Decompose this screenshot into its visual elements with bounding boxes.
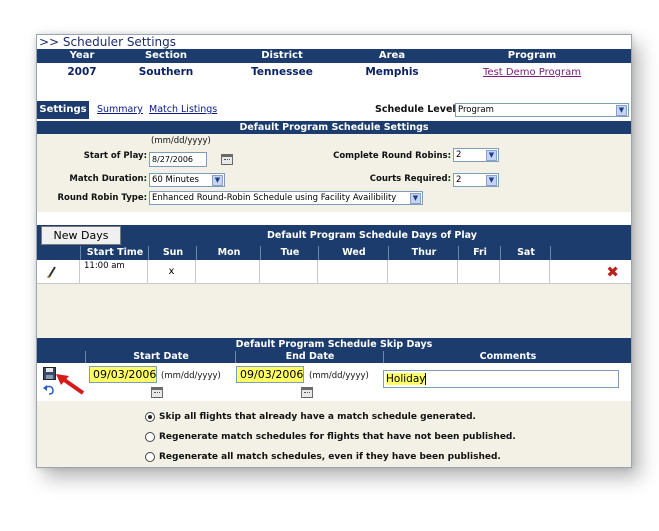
- sat-cell: [500, 260, 550, 284]
- value-area: Memphis: [365, 66, 419, 78]
- tab-match-listings[interactable]: Match Listings: [149, 101, 217, 119]
- chevron-down-icon: ▼: [486, 150, 497, 161]
- col-area: Area: [378, 50, 406, 61]
- calendar-icon[interactable]: [221, 154, 233, 165]
- scheduler-window: >> Scheduler Settings Year Section Distr…: [36, 34, 632, 468]
- skip-comment-input[interactable]: Holiday​: [383, 370, 619, 388]
- col-district: District: [261, 50, 303, 61]
- skip-start-date-input[interactable]: 09/03/2006: [89, 366, 157, 383]
- col-fri: Fri: [458, 246, 501, 260]
- value-district: Tennessee: [251, 66, 313, 78]
- pencil-icon[interactable]: [47, 266, 57, 278]
- courts-required-select[interactable]: 2 ▼: [453, 173, 499, 187]
- fri-cell: [458, 260, 500, 284]
- wed-cell: [318, 260, 388, 284]
- schedule-level-label: Schedule Level:: [375, 104, 460, 115]
- value-section: Southern: [138, 66, 194, 78]
- start-of-play-input[interactable]: 8/27/2006: [149, 152, 207, 167]
- text-cursor: ​: [425, 373, 427, 385]
- col-program: Program: [507, 50, 557, 61]
- settings-panel: (mm/dd/yyyy) Start of Play: 8/27/2006 Co…: [37, 134, 631, 212]
- complete-rr-label: Complete Round Robins:: [333, 151, 451, 161]
- program-values: 2007 Southern Tennessee Memphis Test Dem…: [37, 63, 631, 81]
- complete-rr-value: 2: [456, 150, 462, 160]
- skip-end-date-hint: (mm/dd/yyyy): [309, 371, 369, 381]
- chevron-down-icon: ▼: [410, 193, 421, 204]
- undo-icon[interactable]: [43, 385, 55, 395]
- delete-icon[interactable]: ✖: [606, 263, 619, 281]
- rr-type-select[interactable]: Enhanced Round-Robin Schedule using Faci…: [149, 191, 423, 205]
- skip-option-2-label: Regenerate match schedules for flights t…: [159, 432, 516, 442]
- tab-settings[interactable]: Settings: [37, 101, 89, 119]
- tab-bar: Settings Summary Match Listings Schedule…: [37, 101, 631, 119]
- skip-start-date-hint: (mm/dd/yyyy): [161, 371, 221, 381]
- action-col-header: [37, 351, 85, 363]
- col-sun: Sun: [148, 246, 197, 260]
- table-row: 11:00 am x ✖: [37, 260, 631, 284]
- chevron-down-icon: ▼: [616, 105, 627, 116]
- courts-required-value: 2: [456, 175, 462, 185]
- thur-cell: [388, 260, 458, 284]
- chevron-down-icon: ▼: [486, 175, 497, 186]
- match-duration-label: Match Duration:: [69, 174, 147, 184]
- skip-option-3-radio[interactable]: [145, 452, 155, 462]
- col-comments: Comments: [383, 351, 631, 363]
- calendar-icon[interactable]: [151, 387, 163, 398]
- col-end-date: End Date: [235, 351, 384, 363]
- skip-end-date-input[interactable]: 09/03/2006: [236, 366, 304, 383]
- start-time-cell: 11:00 am: [80, 260, 148, 284]
- calendar-icon[interactable]: [301, 387, 313, 398]
- rr-type-value: Enhanced Round-Robin Schedule using Faci…: [152, 193, 397, 203]
- schedule-level-value: Program: [458, 105, 494, 115]
- days-title: Default Program Schedule Days of Play: [267, 230, 477, 241]
- schedule-level-select[interactable]: Program ▼: [455, 103, 629, 117]
- chevron-down-icon: ▼: [212, 175, 223, 186]
- new-days-button[interactable]: New Days: [41, 226, 121, 245]
- red-arrow-icon: [56, 374, 85, 395]
- skip-options-panel: Skip all flights that already have a mat…: [37, 401, 631, 467]
- match-duration-value: 60 Minutes: [152, 175, 199, 185]
- skip-grid-header: Start Date End Date Comments: [37, 351, 631, 363]
- tab-summary[interactable]: Summary: [97, 101, 143, 119]
- col-mon: Mon: [196, 246, 261, 260]
- match-duration-select[interactable]: 60 Minutes ▼: [149, 173, 225, 187]
- spacer-panel: [37, 284, 631, 338]
- col-sat: Sat: [500, 246, 551, 260]
- days-bar: New Days Default Program Schedule Days o…: [37, 225, 631, 246]
- col-tue: Tue: [260, 246, 319, 260]
- skip-title-bar: Default Program Schedule Skip Days: [37, 338, 631, 351]
- skip-option-3-label: Regenerate all match schedules, even if …: [159, 452, 501, 462]
- skip-option-1-label: Skip all flights that already have a mat…: [159, 412, 476, 422]
- tue-cell: [260, 260, 318, 284]
- complete-rr-select[interactable]: 2 ▼: [453, 148, 499, 162]
- settings-title: Default Program Schedule Settings: [37, 121, 631, 134]
- program-header: Year Section District Area Program: [37, 49, 631, 63]
- delete-col-header: [550, 246, 631, 260]
- col-wed: Wed: [318, 246, 389, 260]
- skip-option-2-radio[interactable]: [145, 432, 155, 442]
- col-start-time: Start Time: [80, 246, 149, 260]
- col-section: Section: [144, 50, 188, 61]
- start-of-play-label: Start of Play:: [83, 151, 147, 161]
- mon-cell: [196, 260, 260, 284]
- col-start-date: Start Date: [85, 351, 236, 363]
- courts-required-label: Courts Required:: [369, 174, 451, 184]
- program-link[interactable]: Test Demo Program: [483, 67, 581, 78]
- breadcrumb: >> Scheduler Settings: [37, 35, 631, 49]
- skip-comment-text: Holiday: [386, 373, 426, 385]
- col-thur: Thur: [388, 246, 459, 260]
- sun-cell: x: [148, 260, 196, 284]
- skip-option-1-radio[interactable]: [145, 412, 155, 422]
- start-date-hint: (mm/dd/yyyy): [151, 136, 211, 146]
- days-grid-header: Start Time Sun Mon Tue Wed Thur Fri Sat: [37, 246, 631, 260]
- skip-title: Default Program Schedule Skip Days: [235, 339, 433, 350]
- skip-row: 09/03/2006 (mm/dd/yyyy) 09/03/2006 (mm/d…: [37, 363, 631, 401]
- edit-col-header: [37, 246, 80, 260]
- rr-type-label: Round Robin Type:: [57, 193, 147, 203]
